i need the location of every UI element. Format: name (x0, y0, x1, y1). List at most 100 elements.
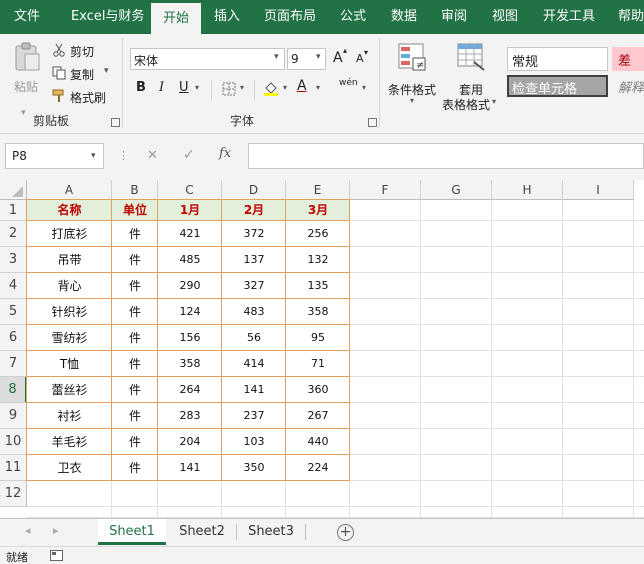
tab-home[interactable]: 开始 (151, 3, 202, 34)
table-cell-border (221, 402, 286, 429)
phonetic-button[interactable]: wén (339, 78, 358, 88)
column-header[interactable]: H (492, 180, 563, 200)
status-text: 就绪 (6, 551, 28, 564)
italic-button[interactable]: I (159, 80, 164, 95)
prev-sheet-icon[interactable]: ◂ (25, 524, 31, 537)
paste-icon (15, 42, 40, 71)
copy-dropdown-icon[interactable]: ▾ (104, 66, 109, 76)
font-divider (254, 80, 255, 100)
column-header[interactable]: C (158, 180, 222, 200)
table-cell-border (221, 298, 286, 325)
column-header[interactable]: D (222, 180, 286, 200)
row-header[interactable]: 6 (0, 325, 27, 351)
table-cell-border (26, 376, 112, 403)
table-format-icon (457, 43, 485, 71)
select-all-corner[interactable] (0, 180, 27, 200)
style-bad[interactable]: 差 (612, 47, 644, 71)
name-box-dropdown-icon[interactable]: ▾ (91, 144, 96, 168)
column-header[interactable]: B (112, 180, 158, 200)
gridline-vertical (633, 200, 634, 518)
underline-dropdown-icon[interactable]: ▾ (195, 83, 199, 92)
tab-data[interactable]: 数据 (391, 0, 417, 34)
style-check-cell[interactable]: 检查单元格 (507, 75, 608, 97)
tab-help[interactable]: 帮助 (618, 0, 644, 34)
column-header[interactable]: G (421, 180, 492, 200)
column-header[interactable]: E (286, 180, 350, 200)
row-header[interactable]: 10 (0, 429, 27, 455)
ribbon-tab-bar: 文件 Excel与财务 开始 插入 页面布局 公式 数据 审阅 视图 开发工具 … (0, 0, 644, 34)
paste-dropdown-icon[interactable]: ▾ (21, 108, 26, 118)
tab-formulas[interactable]: 公式 (340, 0, 366, 34)
font-divider (211, 80, 212, 100)
bold-button[interactable]: B (136, 80, 146, 95)
column-header[interactable]: F (350, 180, 421, 200)
row-header[interactable]: 1 (0, 200, 27, 221)
paste-button[interactable]: 粘贴 (8, 42, 46, 98)
table-cell-border (111, 428, 158, 455)
row-header[interactable]: 7 (0, 351, 27, 377)
row-header[interactable]: 12 (0, 481, 27, 507)
table-cell-border (285, 272, 350, 299)
table-cell-border (221, 199, 286, 221)
cut-button[interactable]: 剪切 (52, 41, 112, 59)
format-as-table-line2: 表格格式 (442, 98, 491, 112)
sheet-tab-sheet2[interactable]: Sheet2 (168, 519, 236, 545)
borders-dropdown-icon[interactable]: ▾ (240, 83, 244, 92)
clipboard-launcher-icon[interactable] (111, 118, 120, 127)
tab-file[interactable]: 文件 (14, 0, 40, 34)
row-header[interactable]: 3 (0, 247, 27, 273)
svg-text:≠: ≠ (416, 60, 424, 71)
table-cell-border (26, 298, 112, 325)
table-cell-border (285, 454, 350, 481)
name-box[interactable]: P8 ▾ (5, 143, 104, 169)
format-painter-button[interactable]: 格式刷 (52, 87, 112, 105)
worksheet-grid[interactable]: A B C D E F G H I 1 2 3 4 5 6 7 8 9 10 11 12 名称 单位 1月 2月 3月 打底衫件 42… (0, 180, 644, 518)
font-name-select[interactable]: 宋体 ▾ (130, 48, 285, 70)
cancel-entry-button[interactable]: ✕ (147, 148, 158, 163)
conditional-formatting-dropdown-icon: ▾ (410, 96, 415, 105)
fill-color-icon[interactable] (263, 80, 279, 96)
row-header[interactable]: 5 (0, 299, 27, 325)
tab-insert[interactable]: 插入 (214, 0, 240, 34)
tab-excel-finance[interactable]: Excel与财务 (71, 0, 144, 34)
phonetic-dropdown-icon[interactable]: ▾ (362, 83, 366, 92)
row-header[interactable]: 9 (0, 403, 27, 429)
row-header[interactable]: 11 (0, 455, 27, 481)
table-cell-border (221, 220, 286, 247)
font-launcher-icon[interactable] (368, 118, 377, 127)
format-as-table-button[interactable]: 套用 表格格式 ▾ (440, 40, 502, 118)
style-explanatory[interactable]: 解释 (612, 75, 644, 97)
font-color-dropdown-icon[interactable]: ▾ (316, 83, 320, 92)
next-sheet-icon[interactable]: ▸ (53, 524, 59, 537)
style-explanatory-label: 解释 (618, 81, 644, 96)
conditional-formatting-button[interactable]: ≠ 条件格式 ▾ (384, 40, 440, 118)
insert-function-button[interactable]: fx (219, 146, 231, 161)
table-cell-border (157, 220, 222, 247)
table-cell-border (111, 376, 158, 403)
font-color-button[interactable]: A (297, 78, 307, 94)
column-header[interactable]: I (563, 180, 634, 200)
macro-record-icon[interactable] (50, 550, 63, 561)
confirm-entry-button[interactable]: ✓ (183, 147, 195, 163)
style-normal[interactable]: 常规 (507, 47, 608, 71)
copy-button[interactable]: 复制 ▾ (52, 64, 114, 82)
row-header[interactable]: 4 (0, 273, 27, 299)
row-header[interactable]: 8 (0, 377, 27, 403)
add-sheet-button[interactable]: + (337, 524, 354, 541)
add-sheet-icon: + (339, 524, 352, 540)
tab-page-layout[interactable]: 页面布局 (264, 0, 316, 34)
underline-button[interactable]: U (179, 80, 189, 95)
borders-icon[interactable] (222, 82, 236, 96)
tab-review[interactable]: 审阅 (441, 0, 467, 34)
tab-developer[interactable]: 开发工具 (543, 0, 595, 34)
shrink-font-button[interactable]: A (356, 52, 364, 65)
formula-input[interactable] (248, 143, 644, 169)
font-size-select[interactable]: 9 ▾ (287, 48, 326, 70)
row-header[interactable]: 2 (0, 221, 27, 247)
sheet-tab-sheet1[interactable]: Sheet1 (98, 519, 166, 545)
sheet-tab-sheet3[interactable]: Sheet3 (237, 519, 305, 545)
fill-color-dropdown-icon[interactable]: ▾ (283, 83, 287, 92)
tab-view[interactable]: 视图 (492, 0, 518, 34)
column-header[interactable]: A (27, 180, 112, 200)
grow-font-button[interactable]: A (333, 50, 343, 66)
